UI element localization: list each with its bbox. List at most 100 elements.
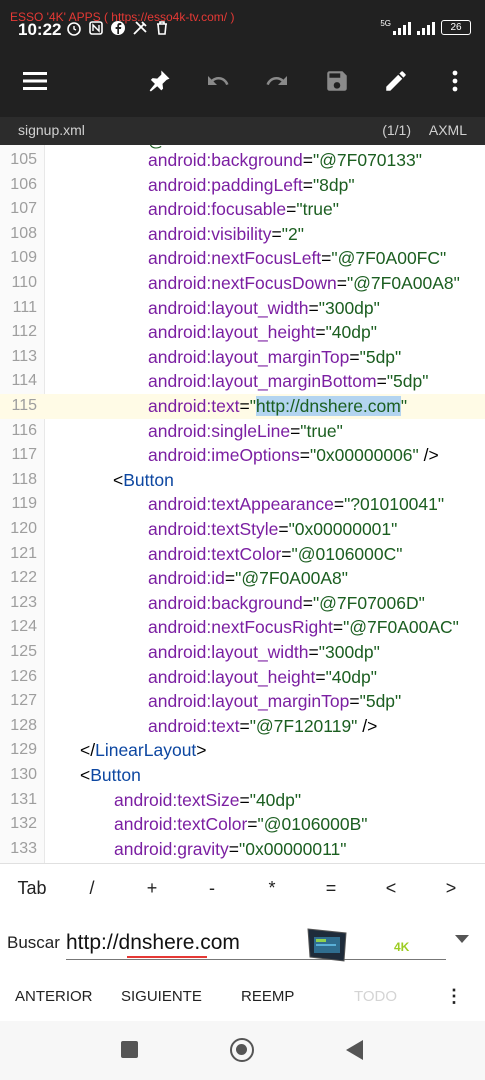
symbol-key[interactable]: + bbox=[132, 878, 172, 899]
code-line[interactable]: 117 android:imeOptions="0x00000006" /> bbox=[0, 443, 485, 468]
code-line[interactable]: 123 android:background="@7F07006D" bbox=[0, 591, 485, 616]
code-line[interactable]: 112 android:layout_height="40dp" bbox=[0, 320, 485, 345]
home-icon[interactable] bbox=[230, 1038, 254, 1062]
code-line[interactable]: 113 android:layout_marginTop="5dp" bbox=[0, 345, 485, 370]
undo-button[interactable] bbox=[200, 63, 236, 99]
attribute-name: android:textSize bbox=[114, 789, 240, 810]
equals-sign: = bbox=[228, 838, 240, 859]
code-line[interactable]: 126 android:layout_height="40dp" bbox=[0, 665, 485, 690]
more-options-button[interactable] bbox=[437, 63, 473, 99]
back-icon[interactable] bbox=[346, 1040, 363, 1060]
code-line[interactable]: 127 android:layout_marginTop="5dp" bbox=[0, 689, 485, 714]
equals-sign: = bbox=[239, 789, 250, 810]
attribute-value: "@7F07006D" bbox=[312, 592, 425, 613]
attribute-value: "@7F120119" bbox=[249, 715, 358, 736]
equals-sign: = bbox=[349, 346, 360, 367]
line-number: 125 bbox=[10, 643, 37, 660]
replace-all-button[interactable]: TODO bbox=[354, 988, 397, 1005]
code-line[interactable]: 116 android:singleLine="true" bbox=[0, 419, 485, 444]
attribute-value: "8dp" bbox=[312, 174, 355, 195]
attribute-name: android:focusable bbox=[148, 199, 287, 220]
code-line[interactable]: 115 android:text="http://dnshere.com" bbox=[0, 394, 485, 419]
code-line[interactable]: 130 <Button bbox=[0, 763, 485, 788]
symbol-key[interactable]: = bbox=[311, 878, 351, 899]
attribute-name: android:visibility bbox=[148, 223, 272, 244]
file-info-bar: signup.xml (1/1) AXML bbox=[0, 117, 485, 145]
previous-button[interactable]: ANTERIOR bbox=[15, 988, 93, 1005]
attribute-value: "0x00000011" bbox=[239, 838, 347, 859]
attribute-name: android:textAppearance bbox=[148, 494, 334, 515]
code-line[interactable]: 107 android:focusable="true" bbox=[0, 197, 485, 222]
code-line[interactable]: 110 android:nextFocusDown="@7F0A00A8" bbox=[0, 271, 485, 296]
symbol-key[interactable]: Tab bbox=[12, 878, 52, 899]
line-number: 121 bbox=[10, 544, 37, 562]
attribute-value: "5dp" bbox=[359, 691, 402, 712]
line-number: 119 bbox=[11, 495, 37, 513]
code-line[interactable]: 133 android:gravity="0x00000011" bbox=[0, 837, 485, 862]
code-line[interactable]: 132 android:textColor="@0106000B" bbox=[0, 812, 485, 837]
symbol-key[interactable]: - bbox=[192, 878, 232, 899]
code-line[interactable]: 118 <Button bbox=[0, 468, 485, 493]
attribute-value: "300dp" bbox=[318, 297, 380, 318]
attribute-name: android:textColor bbox=[114, 814, 248, 835]
attribute-value: "300dp" bbox=[318, 642, 380, 662]
code-line[interactable]: 108 android:visibility="2" bbox=[0, 222, 485, 247]
symbol-key[interactable]: < bbox=[371, 878, 411, 899]
battery-level: 26 bbox=[450, 22, 462, 33]
equals-sign: = bbox=[286, 199, 297, 220]
code-text: </LinearLayout> bbox=[80, 738, 207, 763]
equals-sign: = bbox=[239, 396, 250, 416]
attribute-value: "@7F0A00A8" bbox=[346, 273, 460, 293]
attribute-value: "@7F070133" bbox=[312, 150, 422, 170]
attribute-name: android:imeOptions bbox=[148, 445, 300, 466]
code-line[interactable]: 129 </LinearLayout> bbox=[0, 738, 485, 763]
attribute-name: android:layout_height bbox=[148, 322, 316, 343]
search-history-dropdown[interactable] bbox=[455, 935, 469, 943]
code-text: android:text="@7F120119" /> bbox=[148, 714, 377, 739]
symbol-key[interactable]: / bbox=[72, 878, 112, 899]
code-line[interactable]: 131 android:textSize="40dp" bbox=[0, 788, 485, 813]
equals-sign: = bbox=[302, 150, 313, 170]
replace-button[interactable]: REEMP bbox=[241, 988, 294, 1005]
pin-icon bbox=[149, 70, 170, 92]
recents-icon[interactable] bbox=[121, 1041, 138, 1058]
more-actions-button[interactable]: ⋮ bbox=[445, 986, 463, 1007]
quote: " bbox=[249, 396, 256, 416]
attribute-name: android:layout_marginTop bbox=[148, 346, 350, 367]
code-line[interactable]: 124 android:nextFocusRight="@7F0A00AC" bbox=[0, 615, 485, 640]
code-editor[interactable]: @ 105android:background="@7F070133"106an… bbox=[0, 145, 485, 863]
undo-icon bbox=[208, 76, 229, 85]
symbol-key[interactable]: > bbox=[431, 878, 471, 899]
file-name[interactable]: signup.xml bbox=[18, 122, 85, 138]
save-button[interactable] bbox=[319, 63, 355, 99]
code-text: android:background="@7F07006D" bbox=[148, 591, 425, 616]
code-line[interactable]: 111 android:layout_width="300dp" bbox=[0, 296, 485, 321]
code-line[interactable]: 106 android:paddingLeft="8dp" bbox=[0, 173, 485, 198]
code-line[interactable]: 125 android:layout_width="300dp" bbox=[0, 640, 485, 665]
code-line[interactable]: 105 android:background="@7F070133" bbox=[0, 148, 485, 173]
code-line[interactable]: 128 android:text="@7F120119" /> bbox=[0, 714, 485, 739]
signal-icon bbox=[393, 21, 411, 35]
equals-sign: = bbox=[376, 371, 387, 392]
pin-button[interactable] bbox=[141, 63, 177, 99]
tag-close: /> bbox=[357, 715, 378, 736]
tag-bracket: < bbox=[113, 469, 124, 490]
next-button[interactable]: SIGUIENTE bbox=[121, 988, 202, 1005]
code-line[interactable]: 114 android:layout_marginBottom="5dp" bbox=[0, 369, 485, 394]
notification-icons bbox=[66, 20, 170, 36]
code-line[interactable]: 122 android:id="@7F0A00A8" bbox=[0, 566, 485, 591]
code-line[interactable]: 121 android:textColor="@0106000C" bbox=[0, 542, 485, 567]
code-text: android:gravity="0x00000011" bbox=[114, 837, 347, 862]
line-number: 111 bbox=[12, 298, 37, 316]
equals-sign: = bbox=[332, 617, 344, 638]
code-text: android:layout_marginTop="5dp" bbox=[148, 689, 401, 714]
edit-button[interactable] bbox=[378, 63, 414, 99]
symbol-key[interactable]: * bbox=[252, 878, 292, 899]
attribute-value: "40dp" bbox=[325, 666, 377, 687]
menu-button[interactable] bbox=[17, 63, 53, 99]
code-line[interactable]: 120 android:textStyle="0x00000001" bbox=[0, 517, 485, 542]
code-line[interactable]: 119 android:textAppearance="?01010041" bbox=[0, 492, 485, 517]
code-line[interactable]: 109 android:nextFocusLeft="@7F0A00FC" bbox=[0, 246, 485, 271]
selected-text[interactable]: http://dnshere.com bbox=[255, 396, 401, 416]
redo-button[interactable] bbox=[259, 63, 295, 99]
